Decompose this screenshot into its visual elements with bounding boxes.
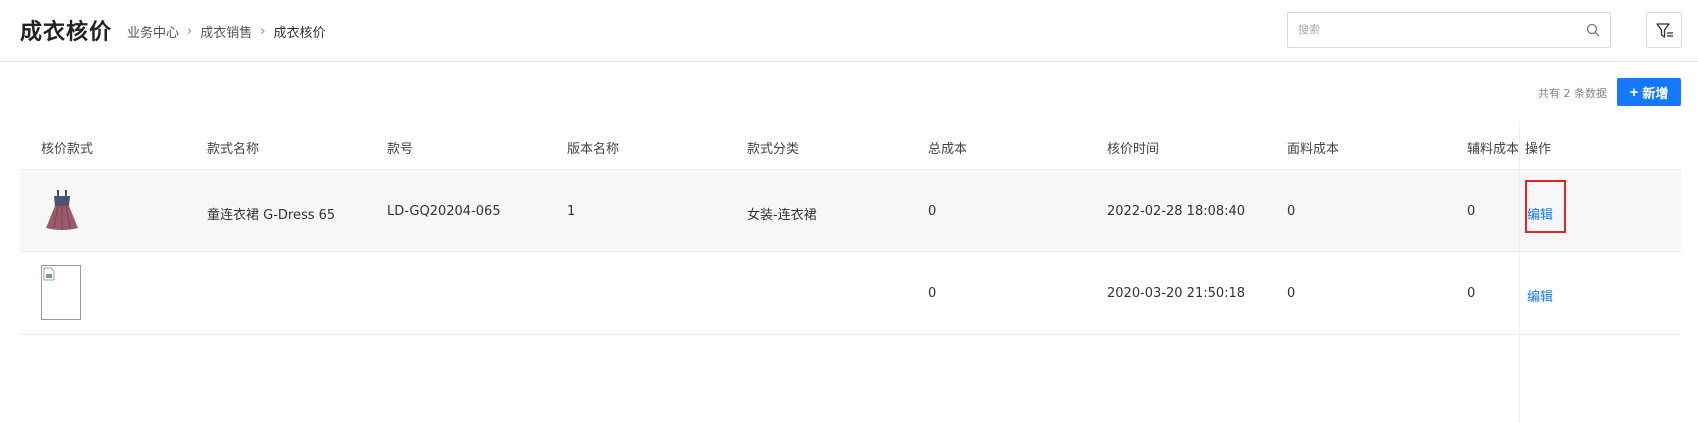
dress-thumbnail: [46, 190, 78, 230]
table-row: 0 2020-03-20 21:50:18 0 0 编辑: [20, 252, 1681, 335]
column-header-version: 版本名称: [567, 142, 620, 157]
add-button[interactable]: + 新增: [1617, 78, 1681, 106]
cell-accessory-cost: 0: [1467, 204, 1476, 219]
column-header-style-image: 核价款式: [41, 142, 94, 157]
column-header-actions: 操作: [1525, 142, 1552, 157]
column-header-style-no: 款号: [387, 142, 414, 157]
cell-fabric-cost: 0: [1287, 204, 1296, 219]
filter-button[interactable]: [1646, 12, 1682, 48]
record-count: 共有 2 条数据: [1538, 87, 1607, 100]
cell-total-cost: 0: [928, 204, 937, 219]
breadcrumb-item-garment-sales[interactable]: 成衣销售: [200, 22, 252, 41]
filter-icon: [1656, 23, 1673, 38]
column-header-accessory-cost: 辅料成本: [1467, 142, 1520, 157]
add-button-label: 新增: [1642, 85, 1669, 101]
page-title: 成衣核价: [20, 20, 113, 45]
column-header-pricing-time: 核价时间: [1107, 142, 1160, 157]
breadcrumb-separator: ›: [187, 24, 193, 39]
broken-image-icon: [43, 267, 55, 281]
edit-link[interactable]: 编辑: [1527, 286, 1553, 305]
cell-category: 女装-连衣裙: [747, 208, 817, 223]
cell-version: 1: [567, 204, 576, 219]
cell-accessory-cost: 0: [1467, 286, 1476, 301]
column-header-category: 款式分类: [747, 142, 800, 157]
cell-total-cost: 0: [928, 286, 937, 301]
cell-style-no: LD-GQ20204-065: [387, 204, 501, 219]
table-header: 核价款式 款式名称 款号 版本名称 款式分类 总成本 核价时间 面料成本 辅料成…: [20, 122, 1681, 169]
column-header-fabric-cost: 面料成本: [1287, 142, 1340, 157]
breadcrumb-item-garment-pricing: 成衣核价: [273, 26, 326, 41]
search-icon[interactable]: [1586, 23, 1600, 37]
pricing-table: 核价款式 款式名称 款号 版本名称 款式分类 总成本 核价时间 面料成本 辅料成…: [20, 122, 1681, 335]
column-header-total-cost: 总成本: [928, 142, 968, 157]
cell-pricing-time: 2022-02-28 18:08:40: [1107, 204, 1246, 219]
plus-icon: +: [1629, 83, 1639, 101]
column-header-style-name: 款式名称: [207, 142, 260, 157]
breadcrumb-separator: ›: [260, 24, 266, 39]
breadcrumb-item-business-center[interactable]: 业务中心: [127, 22, 179, 41]
page-header: 成衣核价 业务中心 › 成衣销售 › 成衣核价: [0, 0, 1698, 62]
cell-style-name: 童连衣裙 G-Dress 65: [207, 208, 336, 223]
search-input[interactable]: [1298, 13, 1578, 47]
edit-link[interactable]: 编辑: [1527, 204, 1553, 223]
broken-image-placeholder: [41, 265, 81, 320]
actions-column-divider: [1519, 122, 1520, 423]
breadcrumb: 业务中心 › 成衣销售 › 成衣核价: [127, 22, 325, 41]
cell-fabric-cost: 0: [1287, 286, 1296, 301]
cell-pricing-time: 2020-03-20 21:50:18: [1107, 286, 1246, 301]
search-box: [1287, 12, 1611, 48]
table-row: 童连衣裙 G-Dress 65 LD-GQ20204-065 1 女装-连衣裙 …: [20, 169, 1681, 252]
